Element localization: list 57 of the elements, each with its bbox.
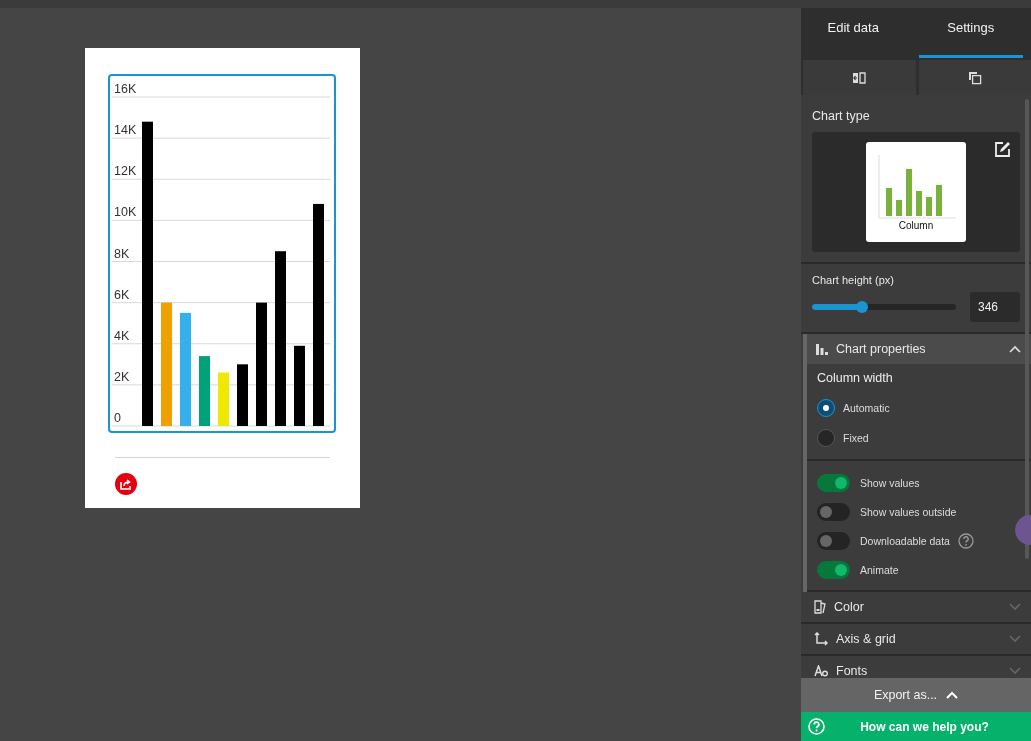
accordion-title: Axis & grid xyxy=(836,632,897,646)
palette-icon xyxy=(814,600,826,614)
bar-chart-icon xyxy=(816,343,828,355)
column-bar xyxy=(199,356,210,426)
toggle-label: Show values outside xyxy=(860,505,957,518)
radio-label: Fixed xyxy=(843,432,869,444)
axis-icon xyxy=(814,632,828,646)
copy-icon xyxy=(967,70,982,85)
edit-icon[interactable] xyxy=(994,141,1011,158)
slider-thumb[interactable] xyxy=(856,301,869,313)
height-input[interactable]: 346 xyxy=(970,292,1020,322)
swap-icon xyxy=(852,70,867,85)
toggle-switch[interactable] xyxy=(817,502,850,521)
chevron-down-icon xyxy=(1009,635,1021,643)
help-icon xyxy=(808,718,825,735)
column-bar xyxy=(237,364,248,426)
axis-tick-label: 8K xyxy=(114,246,130,261)
accordion-title: Color xyxy=(834,600,865,614)
chevron-up-icon xyxy=(946,691,959,699)
axis-tick-label: 10K xyxy=(114,205,137,220)
axis-tick-label: 14K xyxy=(114,123,137,138)
axis-tick-label: 16K xyxy=(114,82,137,96)
chevron-up-icon xyxy=(1009,345,1021,353)
toggle-switch[interactable] xyxy=(817,473,850,492)
toggle-switch[interactable] xyxy=(817,560,850,579)
option-label: Column width xyxy=(817,371,894,385)
share-icon xyxy=(120,478,132,490)
column-chart-thumbnail-icon xyxy=(876,153,956,219)
toggle-switch[interactable] xyxy=(817,531,850,550)
swap-button[interactable] xyxy=(803,60,916,95)
chevron-down-icon xyxy=(1009,603,1021,611)
chart-type-card[interactable]: Column xyxy=(866,142,966,242)
axis-tick-label: 2K xyxy=(114,369,130,384)
axis-tick-label: 6K xyxy=(114,287,130,302)
axis-tick-label: 12K xyxy=(114,164,137,179)
help-icon[interactable] xyxy=(957,532,974,549)
axis-tick-label: 4K xyxy=(114,328,130,343)
radio-button[interactable] xyxy=(817,399,835,417)
accordion-title: Fonts xyxy=(836,664,869,678)
toggle-label: Animate xyxy=(860,563,899,576)
tab[interactable]: Edit data xyxy=(801,8,906,58)
share-button[interactable] xyxy=(115,473,137,495)
accordion-title: Chart properties xyxy=(836,342,927,356)
chart-type-name: Column xyxy=(898,220,934,231)
font-icon xyxy=(814,665,828,677)
accordion-header[interactable]: Chart properties xyxy=(807,334,1031,364)
column-bar xyxy=(218,372,229,426)
export-button[interactable]: Export as... xyxy=(801,678,1031,712)
axis-tick-label: 0 xyxy=(114,411,121,425)
section-label: Chart type xyxy=(812,109,871,123)
toggle-label: Show values xyxy=(860,476,920,489)
chevron-down-icon xyxy=(1009,667,1021,675)
toggle-label: Downloadable data xyxy=(860,534,950,547)
section-label: Chart height (px) xyxy=(812,274,895,286)
radio-label: Automatic xyxy=(843,402,890,414)
radio-button[interactable] xyxy=(817,429,835,447)
height-slider[interactable] xyxy=(812,304,956,310)
